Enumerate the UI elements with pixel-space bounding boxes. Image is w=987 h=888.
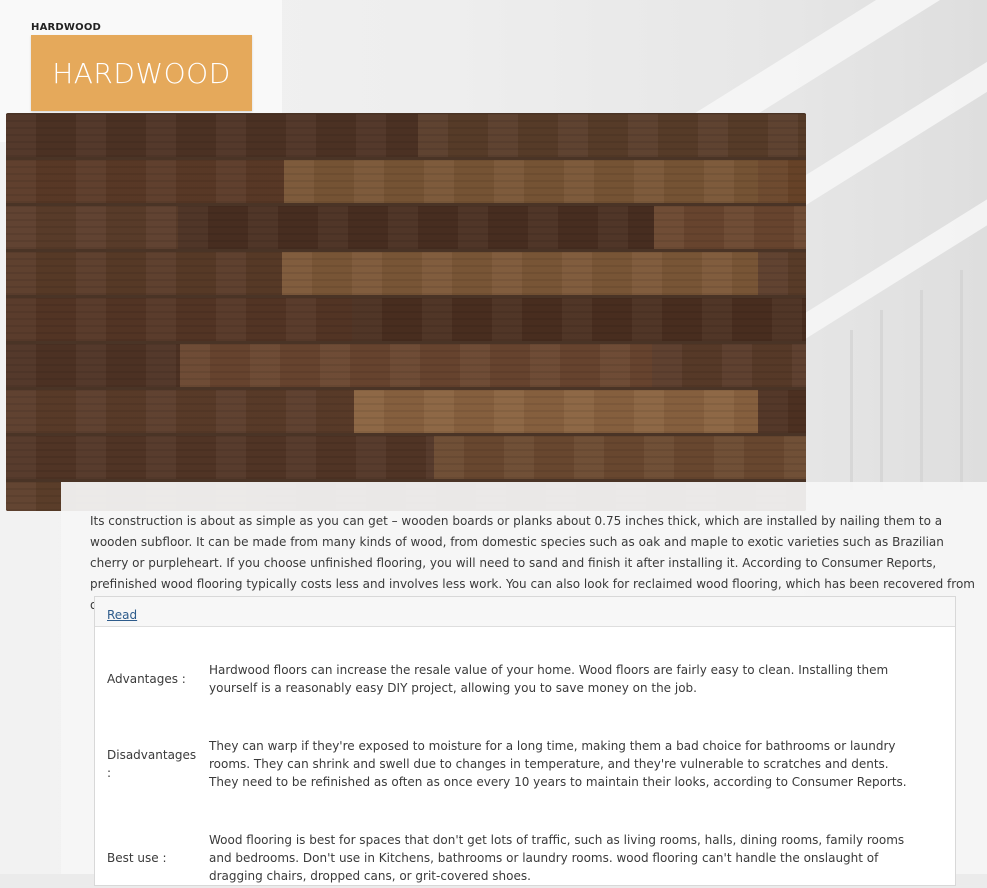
page-title: HARDWOOD: [31, 22, 102, 33]
advantages-row: Advantages : Hardwood floors can increas…: [107, 660, 927, 700]
disadvantages-text: They can warp if they're exposed to mois…: [209, 739, 907, 789]
details-card: Read Advantages : Hardwood floors can in…: [94, 596, 956, 886]
disadvantages-row: Disadvantages : They can warp if they're…: [107, 736, 927, 794]
category-badge: HARDWOOD: [31, 35, 252, 111]
best-use-row: Best use : Wood flooring is best for spa…: [107, 830, 927, 888]
best-use-text: Wood flooring is best for spaces that do…: [209, 833, 905, 883]
read-link[interactable]: Read: [107, 608, 137, 622]
best-use-label: Best use :: [107, 851, 167, 865]
advantages-label: Advantages :: [107, 672, 186, 686]
hardwood-floor-image: [6, 113, 806, 511]
card-header: Read: [95, 597, 955, 627]
advantages-text: Hardwood floors can increase the resale …: [209, 663, 889, 695]
disadvantages-label: Disadvantages :: [107, 748, 197, 780]
